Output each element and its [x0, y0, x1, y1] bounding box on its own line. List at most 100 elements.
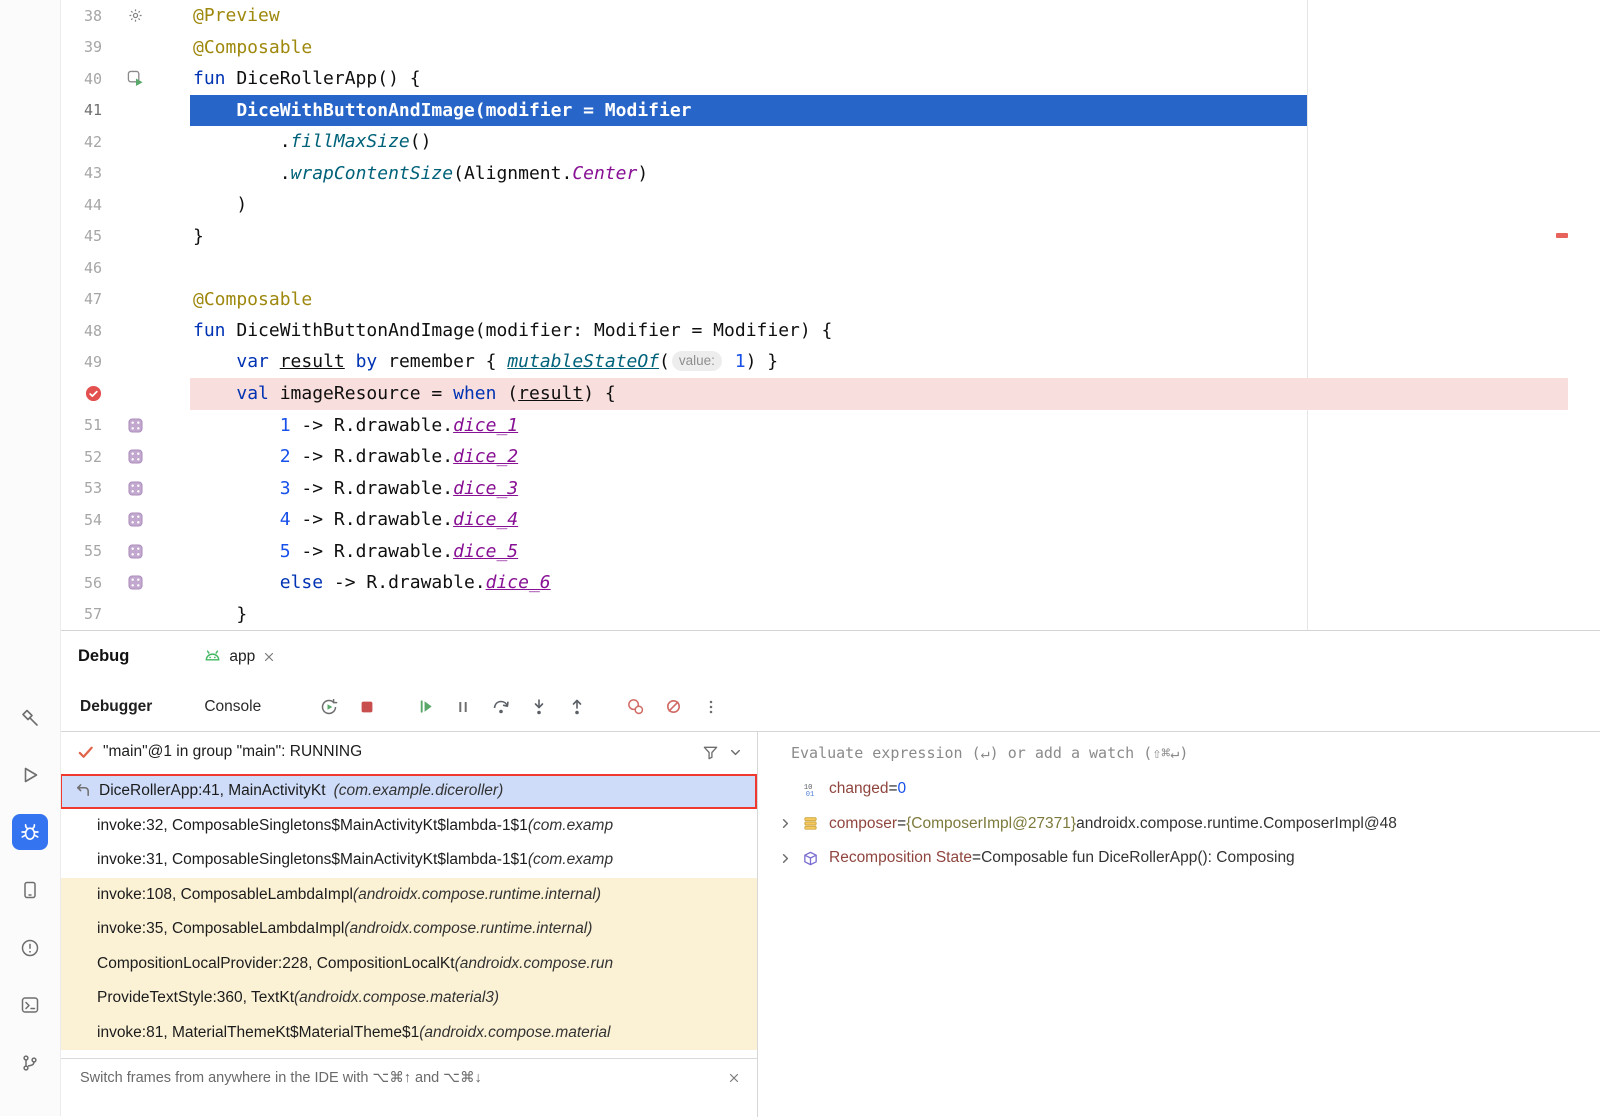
tab-console[interactable]: Console [204, 698, 261, 716]
dice-icon[interactable] [128, 481, 143, 496]
gutter-dice-slot[interactable] [102, 544, 168, 559]
code-line-39[interactable]: 39@Composable [60, 32, 1600, 64]
line-number[interactable]: 46 [60, 259, 102, 277]
gutter-run-preview-slot[interactable] [102, 70, 168, 87]
line-number[interactable]: 49 [60, 353, 102, 371]
code-line-40[interactable]: 40fun DiceRollerApp() { [60, 63, 1600, 95]
code-line-53[interactable]: 53 3 -> R.drawable.dice_3 [60, 473, 1600, 505]
expand-toggle[interactable] [772, 851, 798, 866]
gear-icon[interactable] [128, 8, 143, 23]
activity-item-debug[interactable] [12, 814, 48, 850]
line-number[interactable]: 43 [60, 164, 102, 182]
line-number[interactable]: 54 [60, 511, 102, 529]
code-line-45[interactable]: 45} [60, 221, 1600, 253]
line-number[interactable]: 40 [60, 70, 102, 88]
step-out-button[interactable] [565, 695, 589, 719]
step-over-button[interactable] [489, 695, 513, 719]
line-number[interactable]: 41 [60, 101, 102, 119]
expand-icon[interactable] [778, 851, 793, 866]
chevron-down-icon[interactable] [728, 745, 743, 760]
line-number[interactable]: 42 [60, 133, 102, 151]
gutter-dice-slot[interactable] [102, 512, 168, 527]
line-number[interactable]: 53 [60, 479, 102, 497]
gutter-gear-slot[interactable] [102, 8, 168, 23]
stop-button[interactable] [355, 695, 379, 719]
line-number[interactable]: 44 [60, 196, 102, 214]
rerun-button[interactable] [317, 695, 341, 719]
line-number[interactable]: 45 [60, 227, 102, 245]
line-number[interactable]: 57 [60, 605, 102, 623]
code-line-54[interactable]: 54 4 -> R.drawable.dice_4 [60, 504, 1600, 536]
gutter-dice-slot[interactable] [102, 481, 168, 496]
frame-row[interactable]: ProvideTextStyle:360, TextKt (androidx.c… [60, 981, 757, 1016]
step-into-button[interactable] [527, 695, 551, 719]
code-line-50[interactable]: val imageResource = when (result) { [60, 378, 1600, 410]
tab-debugger[interactable]: Debugger [80, 698, 152, 716]
line-number[interactable]: 56 [60, 574, 102, 592]
code-line-51[interactable]: 51 1 -> R.drawable.dice_1 [60, 410, 1600, 442]
expand-toggle[interactable] [772, 816, 798, 831]
line-number[interactable]: 39 [60, 38, 102, 56]
resume-button[interactable] [413, 695, 437, 719]
dice-icon[interactable] [128, 418, 143, 433]
code-line-38[interactable]: 38@Preview [60, 0, 1600, 32]
mute-breakpoints-button[interactable] [661, 695, 685, 719]
line-number[interactable]: 47 [60, 290, 102, 308]
dice-icon[interactable] [128, 449, 143, 464]
breakpoint-gutter[interactable] [60, 385, 102, 402]
frame-row-selected[interactable]: DiceRollerApp:41, MainActivityKt (com.ex… [60, 774, 757, 809]
thread-selector[interactable]: "main"@1 in group "main": RUNNING [60, 732, 757, 772]
code-line-44[interactable]: 44 ) [60, 189, 1600, 221]
activity-item-version-control[interactable] [12, 1045, 48, 1081]
code-line-47[interactable]: 47@Composable [60, 284, 1600, 316]
activity-item-terminal[interactable] [12, 987, 48, 1023]
frame-row[interactable]: invoke:108, ComposableLambdaImpl (androi… [60, 878, 757, 913]
dice-icon[interactable] [128, 575, 143, 590]
activity-item-problems[interactable] [12, 930, 48, 966]
dice-icon[interactable] [128, 512, 143, 527]
close-tab-icon[interactable] [262, 650, 276, 664]
more-button[interactable] [699, 695, 723, 719]
filter-icon[interactable] [702, 744, 719, 761]
expand-icon[interactable] [778, 816, 793, 831]
variable-row-recomposition-state[interactable]: Recomposition State = Composable fun Dic… [758, 841, 1600, 876]
gutter-dice-slot[interactable] [102, 418, 168, 433]
frame-row[interactable]: invoke:32, ComposableSingletons$MainActi… [60, 809, 757, 844]
code-line-46[interactable]: 46 [60, 252, 1600, 284]
gutter-dice-slot[interactable] [102, 575, 168, 590]
gutter-dice-slot[interactable] [102, 449, 168, 464]
tab-app-session[interactable]: app [199, 631, 280, 682]
code-line-52[interactable]: 52 2 -> R.drawable.dice_2 [60, 441, 1600, 473]
code-line-56[interactable]: 56 else -> R.drawable.dice_6 [60, 567, 1600, 599]
line-number[interactable]: 38 [60, 7, 102, 25]
variable-row-changed[interactable]: 1001changed = 0 [758, 772, 1600, 807]
evaluate-expression-input[interactable]: Evaluate expression (↵) or add a watch (… [758, 734, 1600, 772]
run-preview-icon[interactable] [127, 70, 144, 87]
code-line-48[interactable]: 48fun DiceWithButtonAndImage(modifier: M… [60, 315, 1600, 347]
frame-row[interactable]: invoke:31, ComposableSingletons$MainActi… [60, 843, 757, 878]
view-breakpoints-button[interactable] [623, 695, 647, 719]
pause-button[interactable] [451, 695, 475, 719]
activity-item-run[interactable] [12, 757, 48, 793]
code-editor[interactable]: 38@Preview39@Composable40fun DiceRollerA… [60, 0, 1600, 630]
code-line-41[interactable]: 41 DiceWithButtonAndImage(modifier = Mod… [60, 95, 1600, 127]
close-hint-icon[interactable] [727, 1071, 741, 1085]
activity-item-running-devices[interactable] [12, 872, 48, 908]
variable-row-composer[interactable]: composer = {ComposerImpl@27371} androidx… [758, 807, 1600, 842]
code-line-43[interactable]: 43 .wrapContentSize(Alignment.Center) [60, 158, 1600, 190]
code-line-42[interactable]: 42 .fillMaxSize() [60, 126, 1600, 158]
code-line-57[interactable]: 57 } [60, 599, 1600, 631]
line-number[interactable]: 52 [60, 448, 102, 466]
code-line-49[interactable]: 49 var result by remember { mutableState… [60, 347, 1600, 379]
line-number[interactable]: 48 [60, 322, 102, 340]
frame-row[interactable]: CompositionLocalProvider:228, Compositio… [60, 947, 757, 982]
breakpoint-icon[interactable] [85, 385, 102, 402]
activity-item-build-hammer[interactable] [12, 700, 48, 736]
line-number[interactable]: 55 [60, 542, 102, 560]
frame-row[interactable]: invoke:35, ComposableLambdaImpl (android… [60, 912, 757, 947]
error-stripe-mark[interactable] [1556, 233, 1568, 238]
code-line-55[interactable]: 55 5 -> R.drawable.dice_5 [60, 536, 1600, 568]
frame-row[interactable]: invoke:81, MaterialThemeKt$MaterialTheme… [60, 1016, 757, 1051]
line-number[interactable]: 51 [60, 416, 102, 434]
dice-icon[interactable] [128, 544, 143, 559]
